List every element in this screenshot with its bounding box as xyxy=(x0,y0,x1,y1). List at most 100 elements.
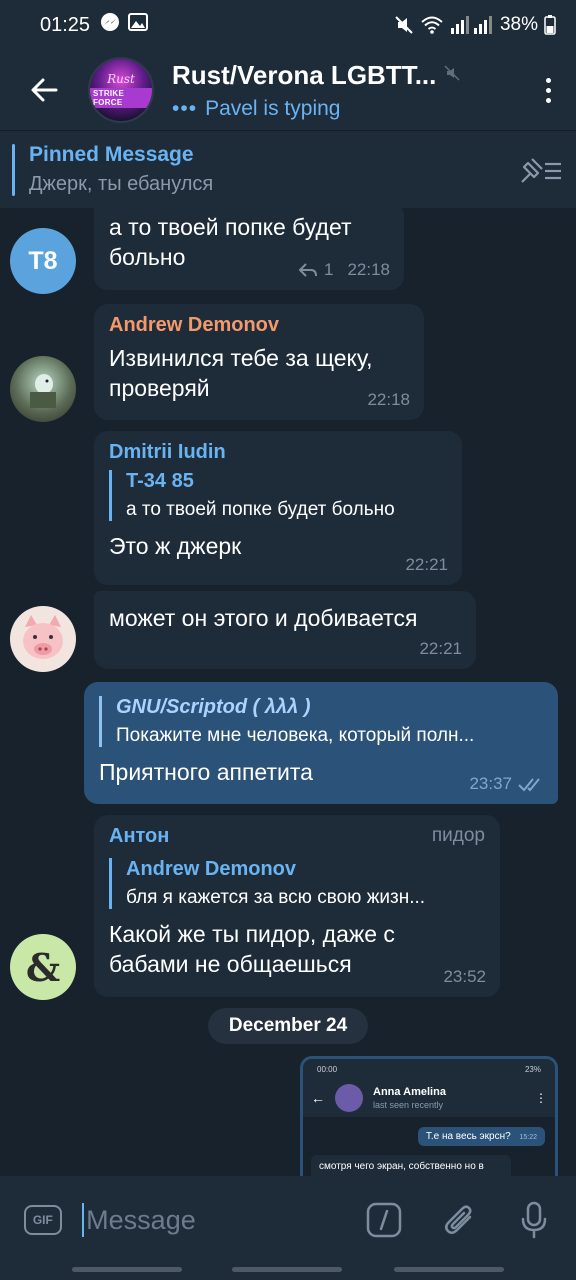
message-line: Извинился тебе за щеку, xyxy=(109,345,373,371)
reply-author: Andrew Demonov xyxy=(126,858,297,880)
reply-text: Покажите мне человека, который полн... xyxy=(116,725,475,746)
thumb-out-time: 15:22 xyxy=(519,1134,537,1141)
bird-icon xyxy=(30,374,56,408)
avatar-ampersand: & xyxy=(25,944,61,990)
message-bubble[interactable]: Антон пидор Andrew Demonov бля я кажется… xyxy=(94,815,500,997)
thumb-status-bar: 00:00 23% xyxy=(303,1059,555,1079)
battery-percent: 38% xyxy=(499,14,538,35)
message-line: Какой же ты пидор, даже с xyxy=(109,921,395,947)
avatar-t8[interactable]: T8 xyxy=(10,228,76,294)
avatar-initials: T8 xyxy=(28,246,58,275)
thumb-avatar xyxy=(335,1084,363,1112)
reply-count-icon xyxy=(298,263,317,277)
typing-indicator: ••• xyxy=(172,96,198,120)
thumb-battery: 23% xyxy=(524,1064,541,1074)
message-text: Это ж джерк xyxy=(109,533,242,559)
chat-info[interactable]: Rust/Verona LGBTT... ••• Pavel is typing xyxy=(172,60,520,121)
thumb-header: ← Anna Amelina last seen recently ⋮ xyxy=(303,1079,555,1117)
message-bubble[interactable]: Andrew Demonov Извинился тебе за щеку, п… xyxy=(94,304,424,420)
reply-quote[interactable]: Andrew Demonov бля я кажется за всю свою… xyxy=(109,858,485,909)
message-text: может он этого и добивается xyxy=(109,605,418,631)
signal-icon xyxy=(450,15,494,35)
arrow-left-icon xyxy=(31,78,58,102)
pinned-title: Pinned Message xyxy=(29,143,194,166)
nav-indicator xyxy=(232,1267,342,1272)
pin-indicator xyxy=(12,143,15,196)
dot xyxy=(545,77,551,83)
message-time: 23:37 xyxy=(469,774,512,793)
reply-quote[interactable]: T-34 85 а то твоей попке будет больно xyxy=(109,470,447,521)
pinned-text: Джерк, ты ебанулся xyxy=(29,173,214,195)
message-time: 22:21 xyxy=(419,639,462,658)
message-input-wrapper[interactable] xyxy=(81,1190,347,1250)
date-separator: December 24 xyxy=(208,1008,368,1044)
status-bar: 01:25 38% xyxy=(0,0,576,50)
commands-button[interactable] xyxy=(346,1190,421,1250)
chat-header: Rust STRIKE FORCE Rust/Verona LGBTT... •… xyxy=(0,50,576,130)
pig-icon xyxy=(23,615,63,659)
thumb-contact-name: Anna Amelina xyxy=(373,1086,446,1098)
typing-status: Pavel is typing xyxy=(205,96,341,120)
gallery-icon xyxy=(128,13,149,37)
pinned-list-button[interactable] xyxy=(506,155,576,185)
dot xyxy=(545,97,551,103)
avatar-andrew[interactable] xyxy=(10,356,76,422)
thumb-time: 00:00 xyxy=(317,1064,338,1074)
thumb-last-seen: last seen recently xyxy=(373,1100,444,1110)
paperclip-icon xyxy=(445,1205,472,1234)
attach-button[interactable] xyxy=(421,1190,496,1250)
message-line: проверяй xyxy=(109,375,210,401)
message-line: бабами не общаешься xyxy=(109,951,352,977)
message-bubble[interactable]: может он этого и добивается 22:21 xyxy=(94,591,476,669)
reply-text: а то твоей попке будет больно xyxy=(126,499,395,520)
sender-title: пидор xyxy=(431,825,485,846)
avatar-anton[interactable]: & xyxy=(10,934,76,1000)
gif-button[interactable]: GIF xyxy=(24,1205,62,1235)
wifi-icon xyxy=(420,15,444,35)
reply-text: бля я кажется за всю свою жизн... xyxy=(126,887,426,908)
message-list[interactable]: T8 а то твоей попке будет больно 1 22:18… xyxy=(0,208,576,1176)
messenger-icon xyxy=(100,12,120,38)
back-button[interactable] xyxy=(0,50,88,130)
message-time: 22:21 xyxy=(405,555,448,574)
sender-name[interactable]: Andrew Demonov xyxy=(109,314,409,337)
more-menu-button[interactable] xyxy=(520,50,576,130)
group-avatar[interactable]: Rust STRIKE FORCE xyxy=(88,57,154,123)
battery-icon xyxy=(544,15,556,35)
nav-indicator xyxy=(72,1267,182,1272)
microphone-icon xyxy=(522,1201,547,1239)
message-time: 23:52 xyxy=(443,967,486,986)
reply-count[interactable]: 1 xyxy=(324,260,333,280)
reply-author: GNU/Scriptod ( λλλ ) xyxy=(116,696,311,718)
message-time: 22:18 xyxy=(347,260,390,279)
sender-name[interactable]: Антон xyxy=(109,825,169,848)
image-message[interactable]: 00:00 23% ← Anna Amelina last seen recen… xyxy=(300,1056,558,1176)
avatar-pig[interactable] xyxy=(10,606,76,672)
slash-command-icon xyxy=(366,1202,402,1238)
dot xyxy=(545,87,551,93)
nav-indicator xyxy=(394,1267,504,1272)
thumb-out-text: Т.е на весь экрсн? xyxy=(425,1131,511,1142)
message-text: Какой же ты пидор, даже с бабами не обща… xyxy=(109,919,485,979)
reply-quote[interactable]: GNU/Scriptod ( λλλ ) Покажите мне челове… xyxy=(99,696,543,747)
outgoing-message-bubble[interactable]: GNU/Scriptod ( λλλ ) Покажите мне челове… xyxy=(84,682,558,804)
thumb-incoming-message: смотря чего экран, собственно но в целом… xyxy=(311,1155,511,1176)
reply-author: T-34 85 xyxy=(126,470,194,492)
avatar-text-bottom: STRIKE FORCE xyxy=(90,88,152,108)
muted-icon xyxy=(444,64,460,86)
chat-title: Rust/Verona LGBTT... xyxy=(172,59,437,90)
avatar-text-top: Rust xyxy=(107,72,135,86)
mute-status-icon xyxy=(394,15,414,35)
pin-list-icon xyxy=(521,157,561,183)
message-time: 22:18 xyxy=(367,390,410,409)
chat-status: ••• Pavel is typing xyxy=(172,97,520,121)
message-text: Извинился тебе за щеку, проверяй xyxy=(109,343,409,403)
message-input-bar: GIF xyxy=(0,1176,576,1264)
message-bubble[interactable]: а то твоей попке будет больно 1 22:18 xyxy=(94,208,404,290)
voice-message-button[interactable] xyxy=(497,1190,572,1250)
message-line: а то твоей попке будет xyxy=(109,214,352,240)
message-bubble[interactable]: Dmitrii Iudin T-34 85 а то твоей попке б… xyxy=(94,431,462,585)
pinned-message-bar[interactable]: Pinned Message Джерк, ты ебанулся xyxy=(0,130,576,208)
sender-name[interactable]: Dmitrii Iudin xyxy=(109,441,447,464)
message-input[interactable] xyxy=(86,1204,347,1236)
